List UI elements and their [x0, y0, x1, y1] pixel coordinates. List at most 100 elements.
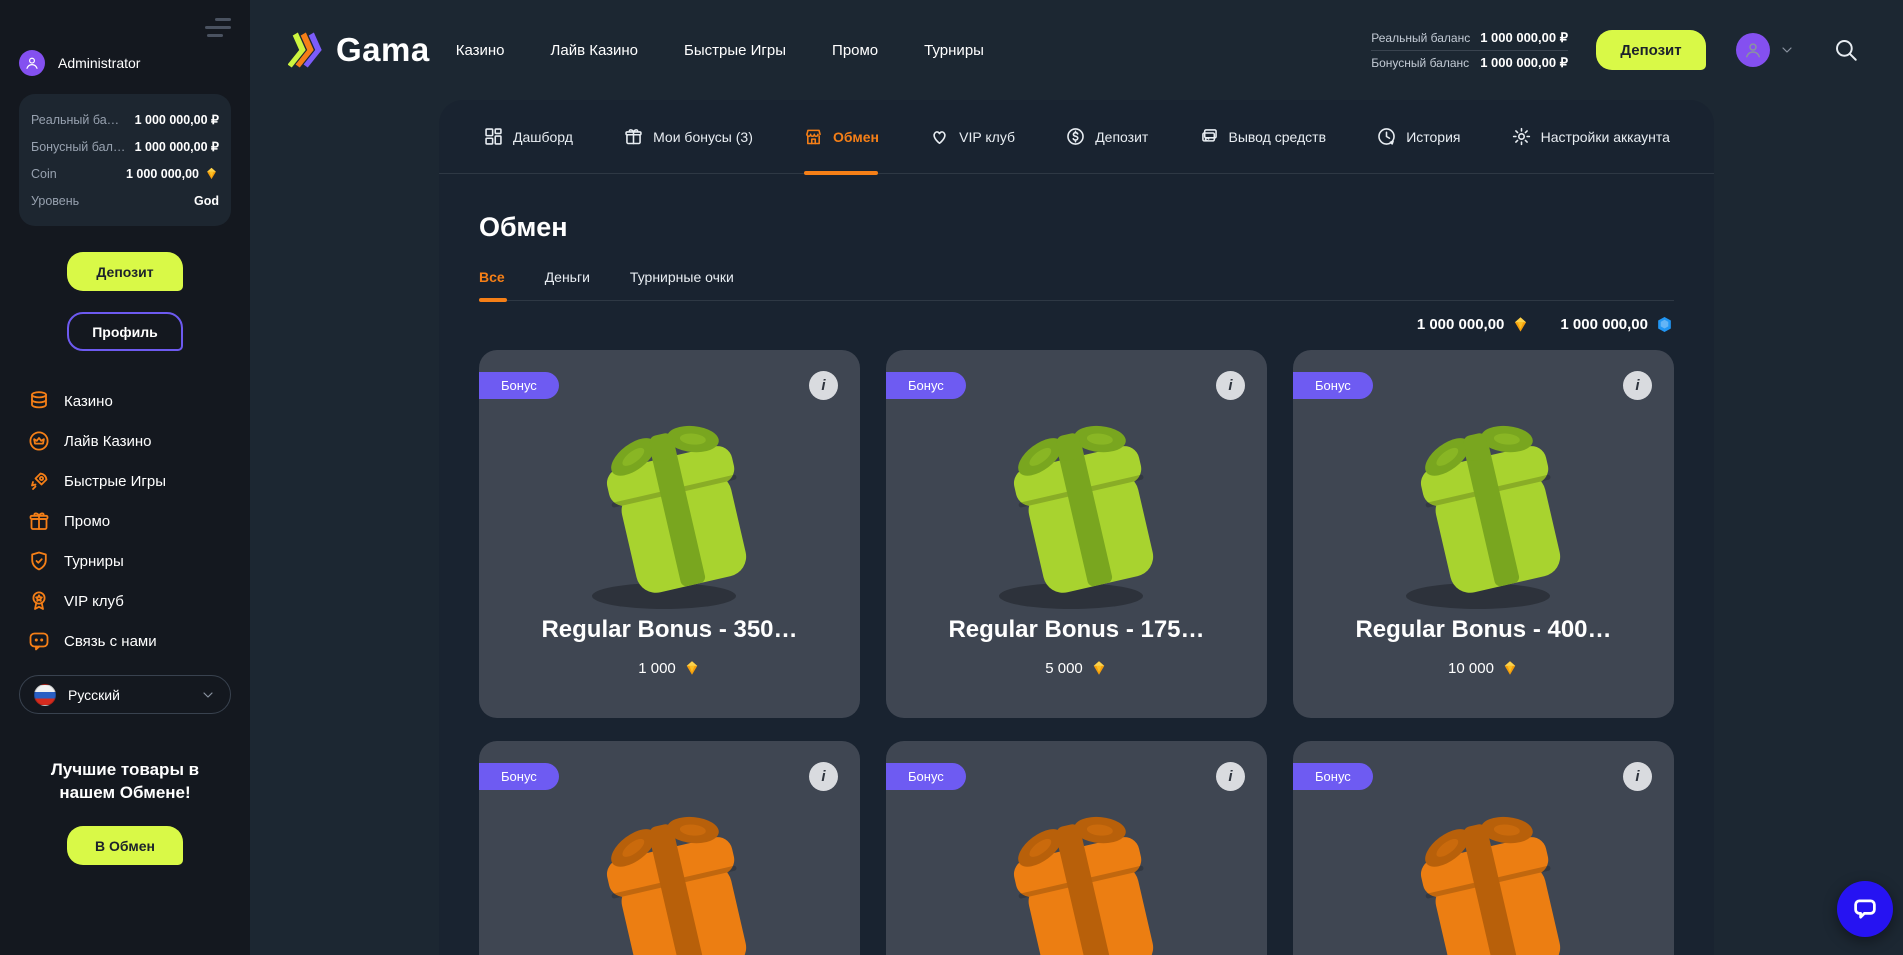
- sidebar-deposit-button[interactable]: Депозит: [67, 252, 183, 291]
- coin-balance: 1 000 000,00: [1417, 316, 1505, 333]
- balance-row-label: Бонусный бал…: [31, 140, 125, 154]
- gift-box-image: [1378, 406, 1590, 612]
- sidebar-item-casino[interactable]: Казино: [19, 381, 231, 421]
- sidebar: Administrator Реальный ба…1 000 000,00 ₽…: [0, 0, 250, 955]
- bonus-price: 10 000: [1293, 659, 1674, 677]
- bonus-badge: Бонус: [886, 372, 966, 399]
- history-icon: [1376, 126, 1397, 147]
- sidebar-item-promo[interactable]: Промо: [19, 501, 231, 541]
- balance-card: Реальный ба…1 000 000,00 ₽Бонусный бал…1…: [19, 94, 231, 226]
- bonus-card[interactable]: Бонусi Regular Bonus - 175…5 000: [886, 350, 1267, 718]
- bonus-price-value: 1 000: [638, 660, 676, 677]
- sidebar-item-contact[interactable]: Связь с нами: [19, 621, 231, 661]
- tab-label: Настройки аккаунта: [1541, 129, 1670, 145]
- bonus-card[interactable]: Бонус i: [479, 741, 860, 955]
- bonus-card[interactable]: Бонусi Regular Bonus - 400…10 000: [1293, 350, 1674, 718]
- filter-Все[interactable]: Все: [479, 269, 505, 285]
- chevron-down-icon: [1779, 42, 1795, 58]
- tab-settings[interactable]: Настройки аккаунта: [1511, 100, 1670, 173]
- casino-icon: [26, 388, 52, 414]
- info-icon[interactable]: i: [1216, 762, 1245, 791]
- info-icon[interactable]: i: [1623, 371, 1652, 400]
- info-icon[interactable]: i: [809, 371, 838, 400]
- bonus-price-value: 10 000: [1448, 660, 1494, 677]
- header-deposit-button[interactable]: Депозит: [1596, 30, 1706, 70]
- gift-box-image: [971, 406, 1183, 612]
- tab-coin[interactable]: Депозит: [1065, 100, 1148, 173]
- balance-row: Реальный ба…1 000 000,00 ₽: [31, 106, 219, 133]
- bonus-balance-value: 1 000 000,00 ₽: [1480, 55, 1568, 71]
- account-menu[interactable]: [1736, 33, 1795, 67]
- info-icon[interactable]: i: [809, 762, 838, 791]
- sidebar-item-vip[interactable]: VIP клуб: [19, 581, 231, 621]
- to-exchange-button[interactable]: В Обмен: [67, 826, 183, 865]
- sidebar-item-label: Быстрые Игры: [64, 473, 166, 490]
- bonus-price: 5 000: [886, 659, 1267, 677]
- sidebar-item-tournaments[interactable]: Турниры: [19, 541, 231, 581]
- tab-withdraw[interactable]: Вывод средств: [1199, 100, 1327, 173]
- filter-Турнирные очки[interactable]: Турнирные очки: [630, 269, 734, 285]
- bonus-badge: Бонус: [479, 763, 559, 790]
- logo-text: Gama: [336, 31, 430, 69]
- account-tabs: Дашборд Мои бонусы (3) Обмен VIP клуб Депози…: [439, 100, 1714, 174]
- top-nav-item[interactable]: Казино: [456, 42, 505, 59]
- top-nav-item[interactable]: Промо: [832, 42, 878, 59]
- top-nav-item[interactable]: Быстрые Игры: [684, 42, 786, 59]
- tab-gift[interactable]: Мои бонусы (3): [623, 100, 753, 173]
- sidebar-menu: Казино Лайв Казино Быстрые Игры ПромоТурнир…: [19, 381, 231, 661]
- info-icon[interactable]: i: [1216, 371, 1245, 400]
- real-balance-label: Реальный баланс: [1371, 31, 1470, 45]
- bonus-badge: Бонус: [1293, 763, 1373, 790]
- tab-label: Обмен: [833, 129, 879, 145]
- tab-shop[interactable]: Обмен: [803, 100, 879, 173]
- balance-row-label: Реальный ба…: [31, 113, 119, 127]
- contact-icon: [26, 628, 52, 654]
- search-icon[interactable]: [1833, 37, 1859, 63]
- sidebar-item-live-casino[interactable]: Лайв Казино: [19, 421, 231, 461]
- tab-label: История: [1406, 129, 1460, 145]
- chevron-down-icon: [200, 687, 216, 703]
- bonus-card[interactable]: Бонусi Regular Bonus - 350…1 000: [479, 350, 860, 718]
- sidebar-item-fast-games[interactable]: Быстрые Игры: [19, 461, 231, 501]
- balance-row-label: Coin: [31, 167, 57, 181]
- tab-history[interactable]: История: [1376, 100, 1460, 173]
- tab-dashboard[interactable]: Дашборд: [483, 100, 573, 173]
- filter-Деньги[interactable]: Деньги: [545, 269, 590, 285]
- settings-icon: [1511, 126, 1532, 147]
- coin-gem-icon: [204, 166, 219, 181]
- header-balances: Реальный баланс 1 000 000,00 ₽ Бонусный …: [1371, 26, 1568, 75]
- tab-label: VIP клуб: [959, 129, 1015, 145]
- bonus-badge: Бонус: [1293, 372, 1373, 399]
- top-nav-item[interactable]: Турниры: [924, 42, 984, 59]
- menu-toggle-icon[interactable]: [205, 18, 231, 38]
- shop-icon: [803, 126, 824, 147]
- language-selector[interactable]: Русский: [19, 675, 231, 714]
- tab-heart[interactable]: VIP клуб: [929, 100, 1015, 173]
- sidebar-promo-text: Лучшие товары в нашем Обмене!: [19, 758, 231, 804]
- bonus-balance-label: Бонусный баланс: [1371, 56, 1469, 70]
- russian-flag-icon: [34, 684, 56, 706]
- info-icon[interactable]: i: [1623, 762, 1652, 791]
- main-area: Gama Казино Лайв Казино Быстрые Игры Промо Т…: [250, 0, 1903, 955]
- points-balance: 1 000 000,00: [1560, 316, 1648, 333]
- points-wallet: 1 000 000,00: [1560, 315, 1674, 334]
- live-chat-button[interactable]: [1837, 881, 1893, 937]
- sidebar-profile[interactable]: Administrator: [19, 50, 231, 76]
- bonus-card[interactable]: Бонус i: [1293, 741, 1674, 955]
- user-icon: [24, 55, 40, 71]
- gama-logo[interactable]: Gama: [288, 30, 430, 70]
- user-icon: [1743, 40, 1763, 60]
- sidebar-item-label: Казино: [64, 393, 113, 410]
- withdraw-icon: [1199, 126, 1220, 147]
- sidebar-profile-button[interactable]: Профиль: [67, 312, 183, 351]
- coin-icon: [1065, 126, 1086, 147]
- top-header: Gama Казино Лайв Казино Быстрые Игры Промо Т…: [250, 0, 1903, 100]
- sidebar-item-label: VIP клуб: [64, 593, 124, 610]
- tab-label: Депозит: [1095, 129, 1148, 145]
- top-nav-item[interactable]: Лайв Казино: [551, 42, 639, 59]
- balance-row-value: 1 000 000,00 ₽: [135, 139, 219, 154]
- balance-row-value: 1 000 000,00: [126, 166, 219, 181]
- bonus-card[interactable]: Бонусi: [886, 741, 1267, 955]
- gift-icon: [623, 126, 644, 147]
- exchange-filters: Все Деньги Турнирные очки: [479, 269, 1674, 301]
